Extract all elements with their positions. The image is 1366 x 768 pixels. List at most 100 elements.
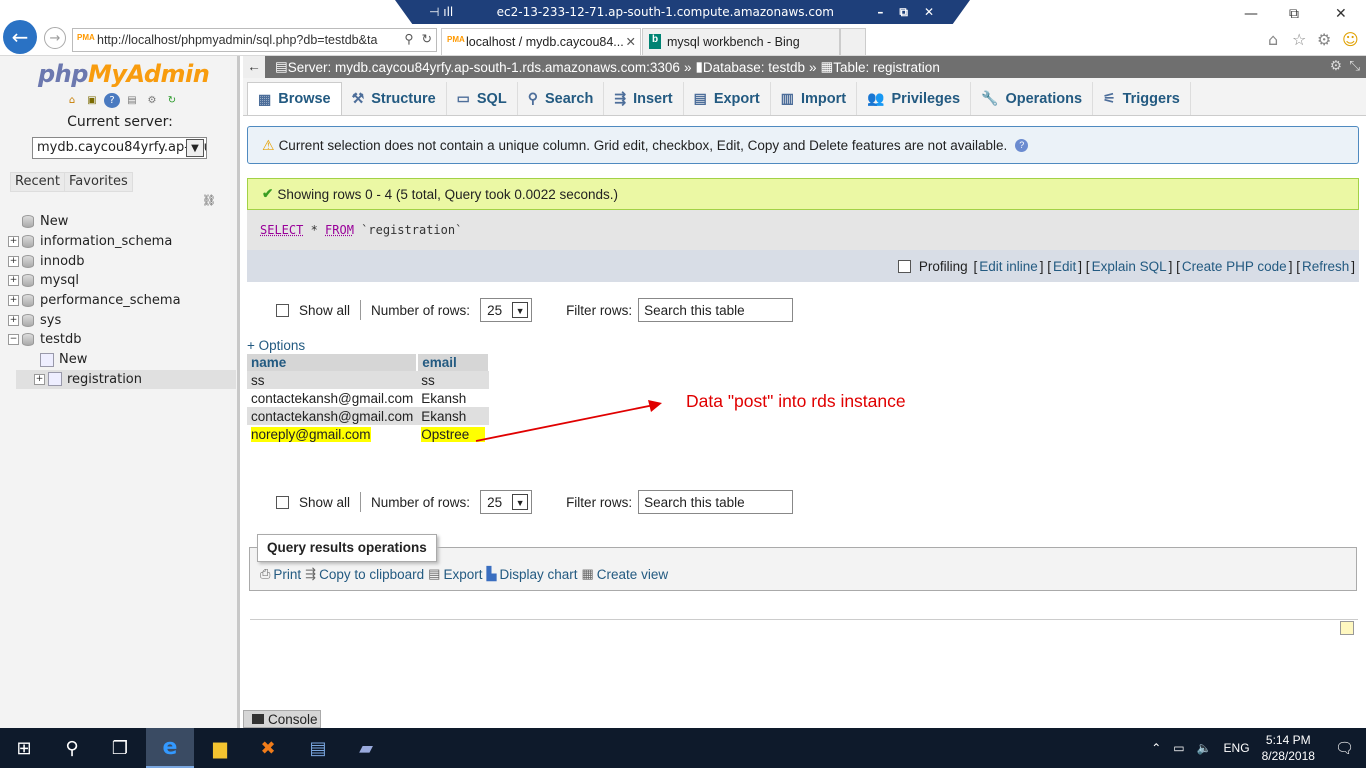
search-button[interactable]: ⚲ [48, 728, 96, 768]
tree-item-testdb-new[interactable]: New [8, 350, 236, 370]
edit-inline-link[interactable]: Edit inline [979, 259, 1038, 274]
expand-icon[interactable]: + [8, 295, 19, 307]
taskbar-app-document[interactable]: ▤ [294, 728, 342, 768]
create-php-code-link[interactable]: Create PHP code [1182, 259, 1287, 274]
docs-icon[interactable]: ▤ [124, 93, 140, 108]
expand-icon[interactable]: + [8, 314, 19, 326]
filter-rows-input[interactable]: Search this table [638, 298, 794, 322]
chevron-up-icon[interactable]: ⌃ [1151, 741, 1161, 755]
column-header-name[interactable]: name [247, 354, 419, 371]
copy-to-clipboard-link[interactable]: ⇶ Copy to clipboard [305, 566, 424, 582]
expand-icon[interactable]: + [8, 236, 19, 248]
expand-icon[interactable]: + [8, 275, 19, 287]
forward-button[interactable]: → [44, 27, 66, 49]
export-link[interactable]: ▤ Export [428, 566, 482, 582]
favorites-tab[interactable]: Favorites [64, 172, 133, 192]
tree-item-performance-schema[interactable]: + performance_schema [8, 291, 236, 311]
smiley-feedback-icon[interactable]: ☺ [1342, 30, 1359, 49]
explain-sql-link[interactable]: Explain SQL [1092, 259, 1167, 274]
show-all-checkbox[interactable] [276, 303, 289, 317]
tab-privileges[interactable]: 👥 Privileges [857, 82, 972, 115]
tab-insert[interactable]: ⇶ Insert [604, 82, 684, 115]
close-tab-icon[interactable]: ✕ [626, 34, 636, 49]
tree-item-innodb[interactable]: + innodb [8, 251, 236, 271]
recent-tab[interactable]: Recent [10, 172, 65, 192]
tree-item-registration[interactable]: + registration [16, 369, 236, 390]
tab-browse[interactable]: ▦ Browse [247, 82, 342, 115]
home-icon[interactable]: ⌂ [64, 93, 80, 108]
bookmark-icon[interactable] [1340, 621, 1354, 635]
search-icon[interactable]: ⚲ [404, 31, 413, 46]
exit-icon[interactable]: ▣ [84, 93, 100, 108]
filter-rows-input[interactable]: Search this table [638, 490, 794, 514]
language-indicator[interactable]: ENG [1224, 741, 1250, 755]
settings-gear-icon[interactable]: ⚙ [1317, 30, 1331, 49]
phpmyadmin-logo[interactable]: phpMyAdmin [38, 60, 210, 88]
refresh-icon[interactable]: ↻ [422, 31, 432, 46]
sql-keyword-select[interactable]: SELECT [260, 223, 303, 237]
new-tab-button[interactable] [840, 28, 866, 55]
breadcrumb-server[interactable]: Server: mydb.caycou84yrfy.ap-south-1.rds… [288, 60, 680, 75]
breadcrumb-table[interactable]: Table: registration [833, 60, 940, 75]
breadcrumb-database[interactable]: Database: testdb [703, 60, 805, 75]
tree-item-information-schema[interactable]: + information_schema [8, 232, 236, 252]
tree-item-mysql[interactable]: + mysql [8, 271, 236, 291]
print-link[interactable]: ⎙ Print [260, 566, 301, 582]
minimize-icon[interactable]: – [877, 5, 883, 20]
tree-item-testdb[interactable]: − testdb [8, 330, 236, 350]
gear-icon[interactable]: ⚙ [1330, 58, 1342, 74]
network-icon[interactable]: ▭ [1173, 741, 1184, 755]
create-view-link[interactable]: ▦ Create view [582, 566, 669, 582]
profiling-checkbox[interactable] [897, 259, 911, 273]
sql-keyword-from[interactable]: FROM [325, 223, 354, 237]
num-rows-select[interactable]: 25 ▼ [480, 490, 533, 514]
help-icon[interactable]: ? [104, 93, 120, 108]
taskbar-xampp[interactable]: ✖ [244, 728, 292, 768]
tab-search[interactable]: ⚲ Search [518, 82, 605, 115]
window-restore-button[interactable]: ⧉ [1289, 6, 1299, 22]
tab-triggers[interactable]: ⚟ Triggers [1093, 82, 1191, 115]
taskbar-ie[interactable]: e [146, 728, 194, 768]
display-chart-link[interactable]: ▙ Display chart [486, 566, 577, 582]
column-header-email[interactable]: email [417, 354, 491, 371]
task-view-button[interactable]: ❐ [96, 728, 144, 768]
expand-icon[interactable]: + [34, 373, 45, 385]
tree-item-new[interactable]: New [8, 212, 236, 232]
expand-icon[interactable]: + [8, 255, 19, 267]
window-close-button[interactable]: ✕ [1335, 6, 1347, 22]
tab-export[interactable]: ▤ Export [684, 82, 771, 115]
back-button[interactable]: ← [3, 20, 37, 54]
tab-sql[interactable]: ▭ SQL [447, 82, 518, 115]
tab-structure[interactable]: ⚒ Structure [342, 82, 447, 115]
taskbar-file-explorer[interactable]: ▆ [196, 728, 244, 768]
options-link[interactable]: + Options [247, 338, 305, 353]
tree-item-sys[interactable]: + sys [8, 310, 236, 330]
close-icon[interactable]: ✕ [924, 5, 934, 20]
window-minimize-button[interactable]: — [1244, 6, 1258, 22]
refresh-link[interactable]: Refresh [1302, 259, 1349, 274]
tab-import[interactable]: ▥ Import [771, 82, 858, 115]
link-icon[interactable]: ⛓ [202, 194, 216, 207]
reload-icon[interactable]: ↻ [164, 93, 180, 108]
current-server-select[interactable]: mydb.caycou84yrfy.ap-sou ▼ [32, 137, 207, 159]
address-bar[interactable]: PMA http://localhost/phpmyadmin/sql.php?… [72, 28, 437, 52]
notifications-icon[interactable]: 🗨 [1335, 739, 1354, 757]
show-all-checkbox[interactable] [276, 495, 289, 509]
home-icon[interactable]: ⌂ [1268, 30, 1278, 49]
volume-icon[interactable]: 🔈 [1197, 741, 1212, 755]
favorites-star-icon[interactable]: ☆ [1292, 30, 1306, 49]
collapse-icon[interactable]: − [8, 334, 19, 346]
browser-tab-bing[interactable]: b mysql workbench - Bing [642, 28, 840, 55]
start-button[interactable]: ⊞ [0, 728, 48, 768]
browser-tab-phpmyadmin[interactable]: PMA localhost / mydb.caycou84... ✕ [441, 28, 641, 55]
clock[interactable]: 5:14 PM 8/28/2018 [1262, 732, 1315, 764]
edit-link[interactable]: Edit [1053, 259, 1076, 274]
restore-icon[interactable]: ⧉ [899, 5, 908, 20]
settings-icon[interactable]: ⚙ [144, 93, 160, 108]
num-rows-select[interactable]: 25 ▼ [480, 298, 533, 322]
taskbar-app-notepad[interactable]: ▰ [342, 728, 390, 768]
help-icon[interactable]: ? [1015, 138, 1029, 152]
pin-icon[interactable]: ⊣ ıll [429, 5, 453, 19]
tab-operations[interactable]: 🔧 Operations [971, 82, 1094, 115]
console-toggle[interactable]: Console [243, 710, 321, 728]
